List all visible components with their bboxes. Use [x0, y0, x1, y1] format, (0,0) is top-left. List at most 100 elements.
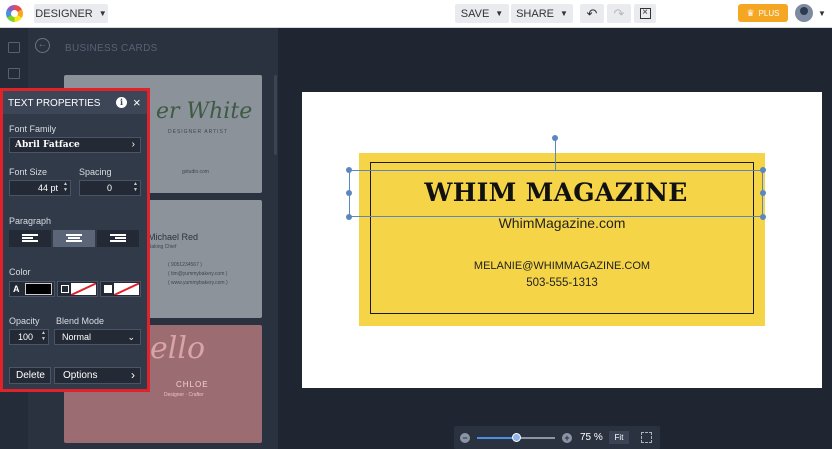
color-label: Color	[9, 267, 31, 277]
resize-handle-top-left[interactable]	[346, 167, 352, 173]
card-detail: gstudio.com	[182, 169, 209, 175]
chevron-right-icon: ›	[131, 368, 135, 382]
card-name: Michael Red	[148, 232, 199, 242]
panel-header: TEXT PROPERTIES i ×	[3, 91, 147, 114]
stroke-square-icon	[61, 285, 69, 293]
zoom-out-icon[interactable]: −	[460, 433, 470, 443]
no-color-swatch	[71, 283, 96, 295]
crown-icon: ♛	[746, 7, 755, 18]
card-script-name: er White	[156, 99, 253, 124]
back-arrow-icon[interactable]: ←	[35, 38, 50, 53]
designer-menu-label: DESIGNER	[35, 7, 93, 20]
delete-button[interactable]: Delete	[9, 367, 51, 384]
opacity-value: 100	[18, 332, 34, 342]
info-icon[interactable]: i	[116, 97, 127, 108]
stroke-color-picker[interactable]	[57, 281, 98, 297]
selection-box[interactable]	[349, 170, 763, 217]
resize-handle-bottom-left[interactable]	[346, 214, 352, 220]
opacity-stepper[interactable]: 100 ▲ ▼	[9, 329, 49, 345]
options-button[interactable]: Options ›	[54, 367, 141, 384]
blend-mode-label: Blend Mode	[56, 316, 105, 326]
chevron-down-icon: ⌄	[127, 332, 135, 342]
panel-title: BUSINESS CARDS	[65, 43, 158, 54]
panel-scrollbar[interactable]	[274, 75, 277, 155]
avatar[interactable]	[795, 4, 813, 22]
resize-handle-bottom-right[interactable]	[760, 214, 766, 220]
resize-handle-top-right[interactable]	[760, 167, 766, 173]
font-size-value: 44 pt	[37, 183, 58, 193]
chevron-down-icon: ▼	[98, 9, 107, 18]
top-toolbar: DESIGNER ▼ SAVE ▼ SHARE ▼ ↶ ↷ × ♛ PLUS ▼	[0, 0, 832, 28]
resize-handle-right[interactable]	[760, 190, 766, 196]
align-center-button[interactable]	[53, 230, 95, 247]
undo-icon[interactable]: ↶	[580, 4, 604, 23]
close-document-button[interactable]: ×	[634, 4, 656, 23]
phone-text[interactable]: 503-555-1313	[360, 277, 764, 289]
text-color-letter: A	[13, 284, 20, 294]
chevron-down-icon: ▼	[495, 9, 504, 18]
email-text[interactable]: MELANIE@WHIMMAGAZINE.COM	[360, 260, 764, 272]
align-right-button[interactable]	[97, 230, 139, 247]
zoom-in-icon[interactable]: +	[562, 433, 572, 443]
card-line: ( 9051234567 )	[168, 262, 202, 268]
layout-icon[interactable]	[8, 42, 20, 53]
text-color-picker[interactable]: A	[9, 281, 55, 297]
share-button[interactable]: SHARE ▼	[511, 4, 573, 23]
logo-icon[interactable]	[6, 5, 23, 22]
card-role: Baking Chief	[148, 244, 177, 250]
card-sub: Designer · Crafter	[164, 392, 204, 398]
background-color-picker[interactable]	[100, 281, 141, 297]
delete-label: Delete	[16, 370, 45, 381]
zoom-slider-handle[interactable]	[512, 433, 521, 442]
panel-title: TEXT PROPERTIES	[8, 98, 101, 109]
opacity-label: Opacity	[9, 316, 40, 326]
stepper-arrows-icon[interactable]: ▲ ▼	[63, 181, 68, 193]
text-color-swatch	[25, 283, 52, 295]
save-label: SAVE	[460, 7, 490, 20]
stepper-arrows-icon[interactable]: ▲ ▼	[41, 330, 46, 342]
resize-handle-left[interactable]	[346, 190, 352, 196]
card-script: ello	[150, 331, 206, 366]
card-name: CHLOE	[176, 380, 209, 389]
text-properties-panel: TEXT PROPERTIES i × Font Family Abril Fa…	[0, 88, 150, 392]
zoom-bar: − + 75 % Fit	[454, 426, 660, 449]
zoom-slider-fill	[477, 437, 516, 439]
chevron-down-icon: ▼	[559, 9, 568, 18]
spacing-value: 0	[106, 183, 112, 193]
fullscreen-icon[interactable]	[641, 432, 652, 443]
font-size-label: Font Size	[9, 167, 48, 177]
fit-button[interactable]: Fit	[609, 431, 629, 444]
blend-mode-select[interactable]: Normal ⌄	[54, 329, 141, 345]
font-family-value: Abril Fatface	[15, 140, 80, 150]
rotation-line	[555, 138, 556, 170]
rotate-handle[interactable]	[552, 135, 558, 141]
card-line: ( www.yummybakery.com )	[168, 280, 228, 286]
card-subtitle: DESIGNER ARTIST	[168, 129, 228, 135]
spacing-stepper[interactable]: 0 ▲ ▼	[79, 180, 141, 196]
align-left-button[interactable]	[9, 230, 51, 247]
blend-mode-value: Normal	[62, 332, 92, 342]
stepper-arrows-icon[interactable]: ▲ ▼	[133, 181, 138, 193]
plus-upgrade-button[interactable]: ♛ PLUS	[738, 4, 788, 22]
font-family-label: Font Family	[9, 124, 57, 134]
designer-menu-button[interactable]: DESIGNER ▼	[34, 4, 108, 23]
close-icon[interactable]: ×	[133, 95, 141, 110]
chevron-right-icon: ›	[131, 139, 135, 150]
chevron-down-icon[interactable]: ▼	[818, 9, 826, 18]
save-button[interactable]: SAVE ▼	[455, 4, 509, 23]
font-family-select[interactable]: Abril Fatface ›	[9, 137, 141, 153]
paragraph-label: Paragraph	[9, 216, 52, 226]
card-line: ( tim@yummybakery.com )	[168, 271, 228, 277]
redo-icon[interactable]: ↷	[607, 4, 631, 23]
close-box-icon: ×	[639, 8, 651, 19]
font-size-stepper[interactable]: 44 pt ▲ ▼	[9, 180, 71, 196]
share-label: SHARE	[516, 7, 554, 20]
spacing-label: Spacing	[79, 167, 112, 177]
frame-icon[interactable]	[8, 68, 20, 79]
plus-label: PLUS	[758, 8, 780, 18]
options-label: Options	[63, 370, 98, 381]
website-text[interactable]: WhimMagazine.com	[360, 215, 764, 231]
zoom-level: 75 %	[580, 432, 603, 443]
no-color-swatch	[114, 283, 139, 295]
fill-square-icon	[104, 285, 112, 293]
